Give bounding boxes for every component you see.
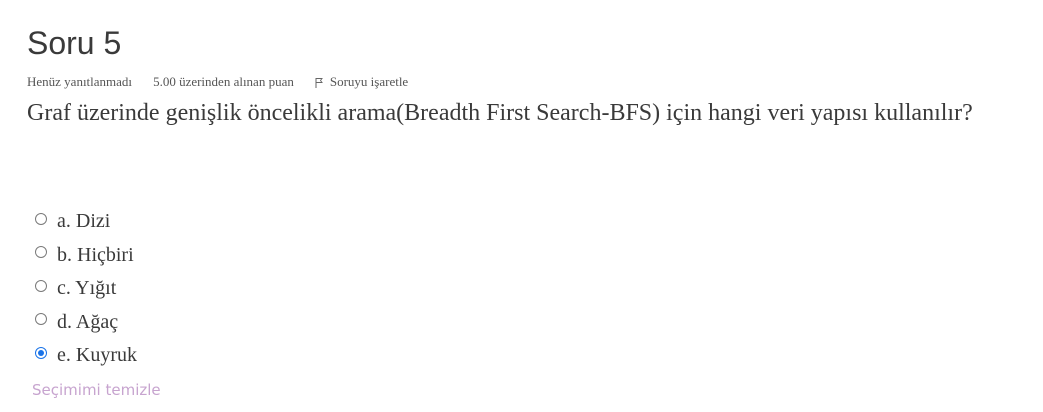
clear-choice-link[interactable]: Seçimimi temizle (32, 381, 161, 399)
answer-list: a. Dizi b. Hiçbiri c. Yığıt d. Ağaç e. K… (35, 205, 137, 373)
question-state: Henüz yanıtlanmadı (27, 74, 133, 89)
answer-option-c[interactable]: c. Yığıt (35, 272, 137, 306)
answer-option-d[interactable]: d. Ağaç (35, 306, 137, 340)
flag-question-label: Soruyu işaretle (329, 74, 409, 89)
answer-label: a. Dizi (57, 210, 111, 233)
answer-option-a[interactable]: a. Dizi (35, 205, 137, 239)
flag-icon (314, 77, 326, 89)
answer-label: d. Ağaç (57, 310, 119, 333)
answer-option-b[interactable]: b. Hiçbiri (35, 239, 137, 273)
question-info: Henüz yanıtlanmadı 5.00 üzerinden alınan… (27, 73, 408, 91)
radio-button[interactable] (35, 279, 47, 292)
flag-question-button[interactable]: Soruyu işaretle (314, 74, 408, 90)
question-text: Graf üzerinde genişlik öncelikli arama(B… (27, 100, 973, 126)
answer-label: c. Yığıt (57, 277, 117, 300)
answer-label: e. Kuyruk (57, 344, 137, 367)
answer-label: b. Hiçbiri (57, 243, 134, 266)
radio-button[interactable] (35, 246, 47, 259)
question-grade: 5.00 üzerinden alınan puan (153, 74, 294, 89)
radio-button[interactable] (35, 313, 47, 326)
question-title: Soru 5 (27, 25, 122, 61)
radio-button[interactable] (35, 212, 47, 225)
answer-option-e[interactable]: e. Kuyruk (35, 339, 137, 373)
radio-button[interactable] (35, 346, 47, 359)
